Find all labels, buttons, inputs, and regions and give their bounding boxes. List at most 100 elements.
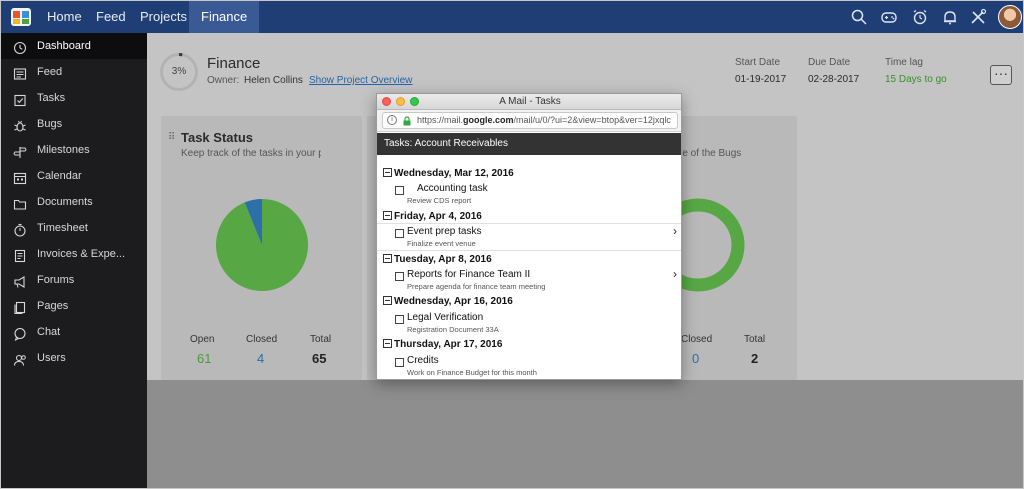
task-checkbox[interactable]: [395, 358, 404, 367]
task-title: Legal Verification: [407, 312, 484, 323]
collapse-icon[interactable]: [383, 168, 392, 177]
sidebar-item-milestones[interactable]: Milestones: [1, 137, 147, 163]
divider: [377, 223, 681, 224]
bug-status-subtitle: re of the Bugs: [679, 148, 742, 159]
sidebar-item-label: Bugs: [37, 118, 63, 130]
start-date-label: Start Date: [735, 57, 781, 68]
pages-icon: [13, 299, 27, 315]
folder-icon: [13, 195, 27, 210]
date-group-header[interactable]: Thursday, Apr 17, 2016: [383, 338, 502, 350]
bug-total-count: 2: [751, 351, 759, 366]
tasklist-header: Tasks: Account Receivables: [377, 133, 681, 155]
drag-handle-icon[interactable]: ⠿: [168, 132, 175, 143]
dashboard-empty-area: [147, 380, 1023, 488]
task-title: Credits: [407, 355, 439, 366]
chevron-right-icon[interactable]: ›: [673, 267, 677, 281]
megaphone-icon: [13, 273, 27, 288]
alarm-icon[interactable]: [911, 8, 929, 26]
bug-icon: [13, 117, 27, 132]
project-overview-link[interactable]: Show Project Overview: [309, 75, 412, 86]
sidebar-item-label: Documents: [37, 196, 93, 208]
task-title: Reports for Finance Team II: [407, 269, 531, 280]
task-note: Review CDS report: [407, 196, 472, 205]
sidebar-item-feed[interactable]: Feed: [1, 59, 147, 85]
gamepad-icon[interactable]: [880, 8, 898, 26]
timer-icon: [13, 221, 27, 237]
sidebar-item-bugs[interactable]: Bugs: [1, 111, 147, 137]
tasks-icon: [13, 91, 27, 107]
popup-titlebar[interactable]: A Mail - Tasks: [377, 94, 681, 110]
task-checkbox[interactable]: [395, 272, 404, 281]
date-group-header[interactable]: Wednesday, Mar 12, 2016: [383, 167, 514, 179]
calendar-icon: [13, 169, 27, 185]
task-title: Event prep tasks: [407, 226, 482, 237]
url-bar: i https://mail.google.com/mail/u/0/?ui=2…: [377, 110, 681, 132]
sidebar-item-label: Pages: [37, 300, 69, 312]
sidebar: Dashboard Feed Tasks Bugs Milestones Cal…: [1, 33, 147, 488]
task-note: Finalize event venue: [407, 239, 476, 248]
closed-count[interactable]: 4: [257, 351, 264, 366]
total-label: Total: [310, 334, 332, 345]
clock-icon: [13, 39, 27, 55]
sidebar-item-invoices[interactable]: Invoices & Expe...: [1, 241, 147, 267]
page-title: Finance: [207, 55, 261, 72]
mail-tasks-popup: A Mail - Tasks i https://mail.google.com…: [376, 93, 682, 380]
sidebar-item-pages[interactable]: Pages: [1, 293, 147, 319]
top-nav-bar: Home Feed Projects Finance: [1, 1, 1023, 33]
sidebar-item-label: Tasks: [37, 92, 66, 104]
sidebar-item-users[interactable]: Users: [1, 345, 147, 371]
sidebar-item-calendar[interactable]: Calendar: [1, 163, 147, 189]
task-title: Accounting task: [417, 183, 488, 194]
date-group-header[interactable]: Wednesday, Apr 16, 2016: [383, 295, 513, 307]
app-logo-icon[interactable]: [9, 5, 33, 29]
nav-finance[interactable]: Finance: [189, 1, 260, 33]
divider: [377, 250, 681, 251]
lock-icon: [402, 116, 412, 126]
sidebar-item-tasks[interactable]: Tasks: [1, 85, 147, 111]
task-note: Work on Finance Budget for this month: [407, 368, 537, 377]
open-count[interactable]: 61: [197, 351, 211, 366]
search-icon[interactable]: [850, 8, 868, 26]
open-label: Open: [190, 334, 215, 345]
owner-label: Owner:: [207, 75, 240, 86]
task-note: Registration Document 33A: [407, 325, 499, 334]
info-icon[interactable]: i: [387, 115, 397, 125]
collapse-icon[interactable]: [383, 211, 392, 220]
bell-icon[interactable]: [941, 8, 959, 26]
bug-closed-count[interactable]: 0: [692, 351, 699, 366]
sidebar-item-label: Feed: [37, 66, 63, 78]
task-checkbox[interactable]: [395, 186, 404, 195]
bug-total-label: Total: [744, 334, 766, 345]
user-avatar[interactable]: [998, 5, 1022, 29]
sidebar-item-forums[interactable]: Forums: [1, 267, 147, 293]
collapse-icon[interactable]: [383, 339, 392, 348]
time-lag-label: Time lag: [885, 57, 923, 68]
task-checkbox[interactable]: [395, 315, 404, 324]
tools-icon[interactable]: [969, 8, 987, 26]
task-status-subtitle: Keep track of the tasks in your p: [181, 148, 321, 159]
chevron-right-icon[interactable]: ›: [673, 224, 677, 238]
collapse-icon[interactable]: [383, 254, 392, 263]
more-options-button[interactable]: ···: [990, 65, 1012, 85]
url-text: https://mail.google.com/mail/u/0/?ui=2&v…: [417, 115, 671, 125]
date-group-header[interactable]: Friday, Apr 4, 2016: [383, 210, 482, 222]
task-status-pie-chart: [216, 199, 308, 291]
popup-window-title: A Mail - Tasks: [499, 96, 561, 107]
due-date-value: 02-28-2017: [808, 74, 860, 85]
total-count: 65: [312, 351, 327, 366]
start-date-value: 01-19-2017: [735, 74, 787, 85]
project-progress-ring: 3%: [160, 53, 198, 91]
closed-label: Closed: [246, 334, 278, 345]
url-field[interactable]: i https://mail.google.com/mail/u/0/?ui=2…: [382, 112, 678, 129]
signpost-icon: [13, 143, 27, 158]
users-icon: [13, 351, 27, 366]
owner-name: Helen Collins: [244, 75, 303, 86]
collapse-icon[interactable]: [383, 296, 392, 305]
sidebar-item-timesheet[interactable]: Timesheet: [1, 215, 147, 241]
date-group-header[interactable]: Tuesday, Apr 8, 2016: [383, 253, 492, 265]
task-checkbox[interactable]: [395, 229, 404, 238]
sidebar-item-chat[interactable]: Chat: [1, 319, 147, 345]
task-note: Prepare agenda for finance team meeting: [407, 282, 546, 291]
sidebar-item-dashboard[interactable]: Dashboard: [1, 33, 147, 59]
sidebar-item-documents[interactable]: Documents: [1, 189, 147, 215]
